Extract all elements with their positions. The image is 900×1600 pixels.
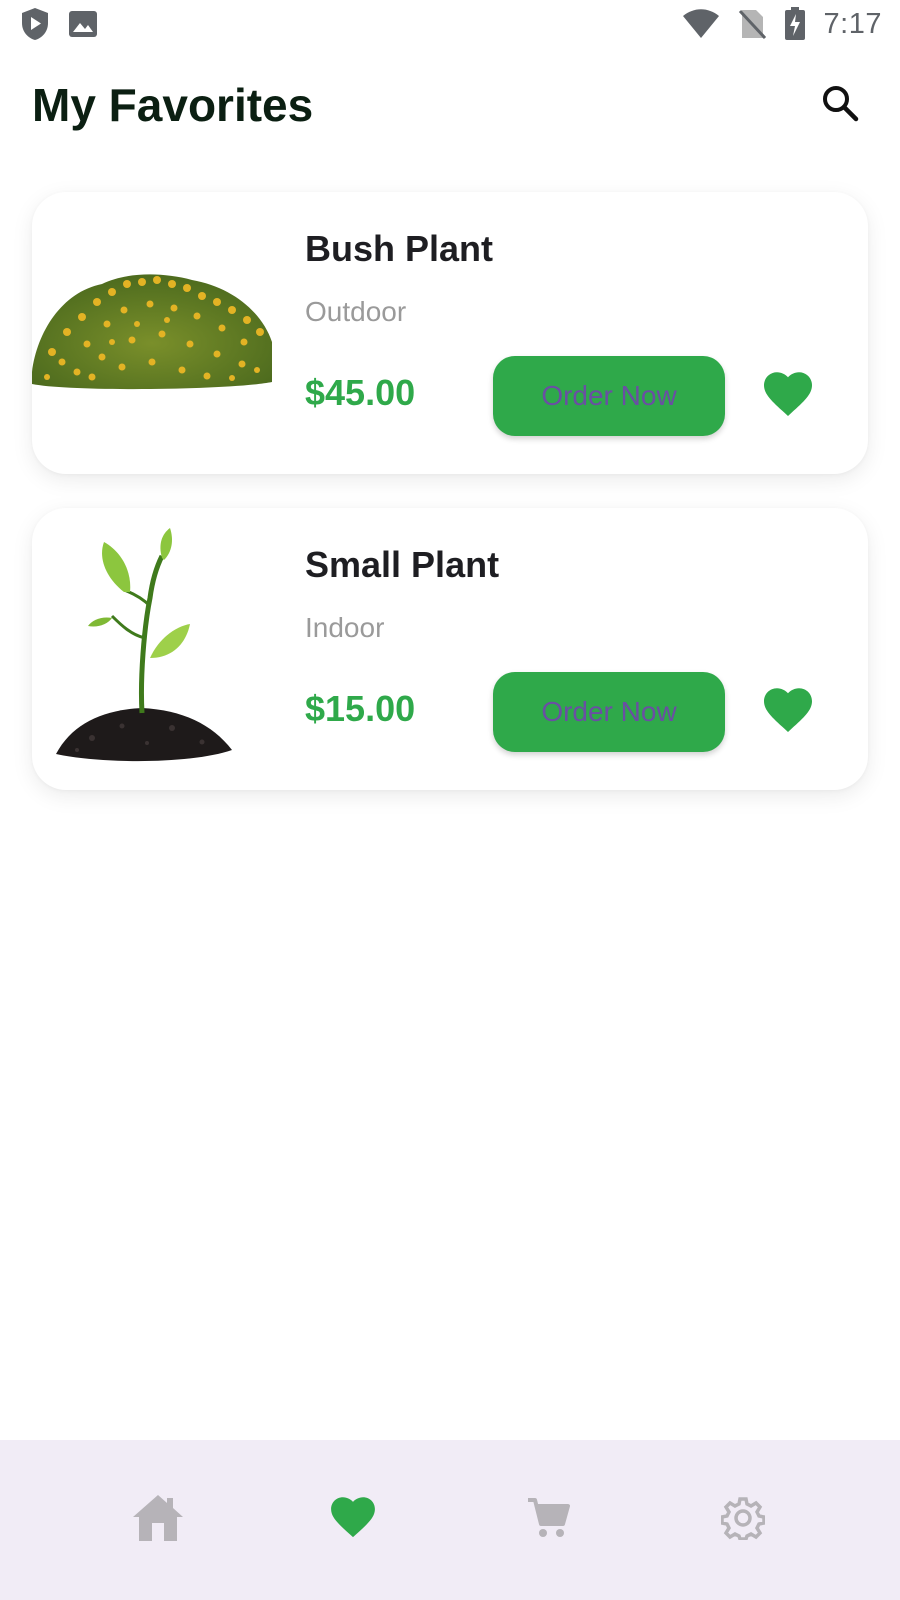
bush-plant-image (32, 212, 272, 452)
favorites-list: Bush Plant Outdoor $45.00 Order Now Smal… (32, 192, 868, 824)
cart-icon (526, 1496, 570, 1545)
status-right: 7:17 (682, 7, 882, 41)
favorites-screen: 7:17 My Favorites Bush Plant Outdoor $45… (0, 0, 900, 1600)
status-left (20, 7, 98, 41)
plant-name: Bush Plant (305, 228, 494, 269)
battery-charging-icon (784, 7, 806, 41)
nav-favorites[interactable] (293, 1470, 413, 1570)
image-icon (68, 10, 98, 38)
heart-icon (764, 688, 812, 738)
header: My Favorites (0, 60, 900, 150)
play-shield-icon (20, 7, 50, 41)
favorite-toggle[interactable] (764, 372, 812, 418)
heart-icon (764, 372, 812, 422)
nav-settings[interactable] (683, 1470, 803, 1570)
plant-category: Outdoor (305, 296, 407, 327)
search-icon (821, 84, 859, 127)
wifi-icon (682, 9, 720, 39)
favorite-toggle[interactable] (764, 688, 812, 734)
search-button[interactable] (810, 75, 870, 135)
plant-name: Small Plant (305, 544, 500, 585)
status-bar: 7:17 (0, 0, 900, 48)
order-now-button[interactable]: Order Now (493, 356, 725, 436)
favorite-card[interactable]: Small Plant Indoor $15.00 Order Now (32, 508, 868, 790)
status-time: 7:17 (823, 7, 882, 40)
favorite-card[interactable]: Bush Plant Outdoor $45.00 Order Now (32, 192, 868, 474)
plant-price: $15.00 (305, 688, 416, 729)
home-icon (131, 1493, 185, 1548)
no-sim-icon (738, 8, 766, 40)
nav-home[interactable] (98, 1470, 218, 1570)
nav-cart[interactable] (488, 1470, 608, 1570)
settings-icon (719, 1496, 766, 1545)
order-now-button[interactable]: Order Now (493, 672, 725, 752)
plant-category: Indoor (305, 612, 385, 643)
plant-price: $45.00 (305, 372, 416, 413)
heart-icon (330, 1496, 376, 1544)
bottom-navigation (0, 1440, 900, 1600)
page-title: My Favorites (32, 79, 314, 131)
small-plant-image (32, 528, 272, 768)
